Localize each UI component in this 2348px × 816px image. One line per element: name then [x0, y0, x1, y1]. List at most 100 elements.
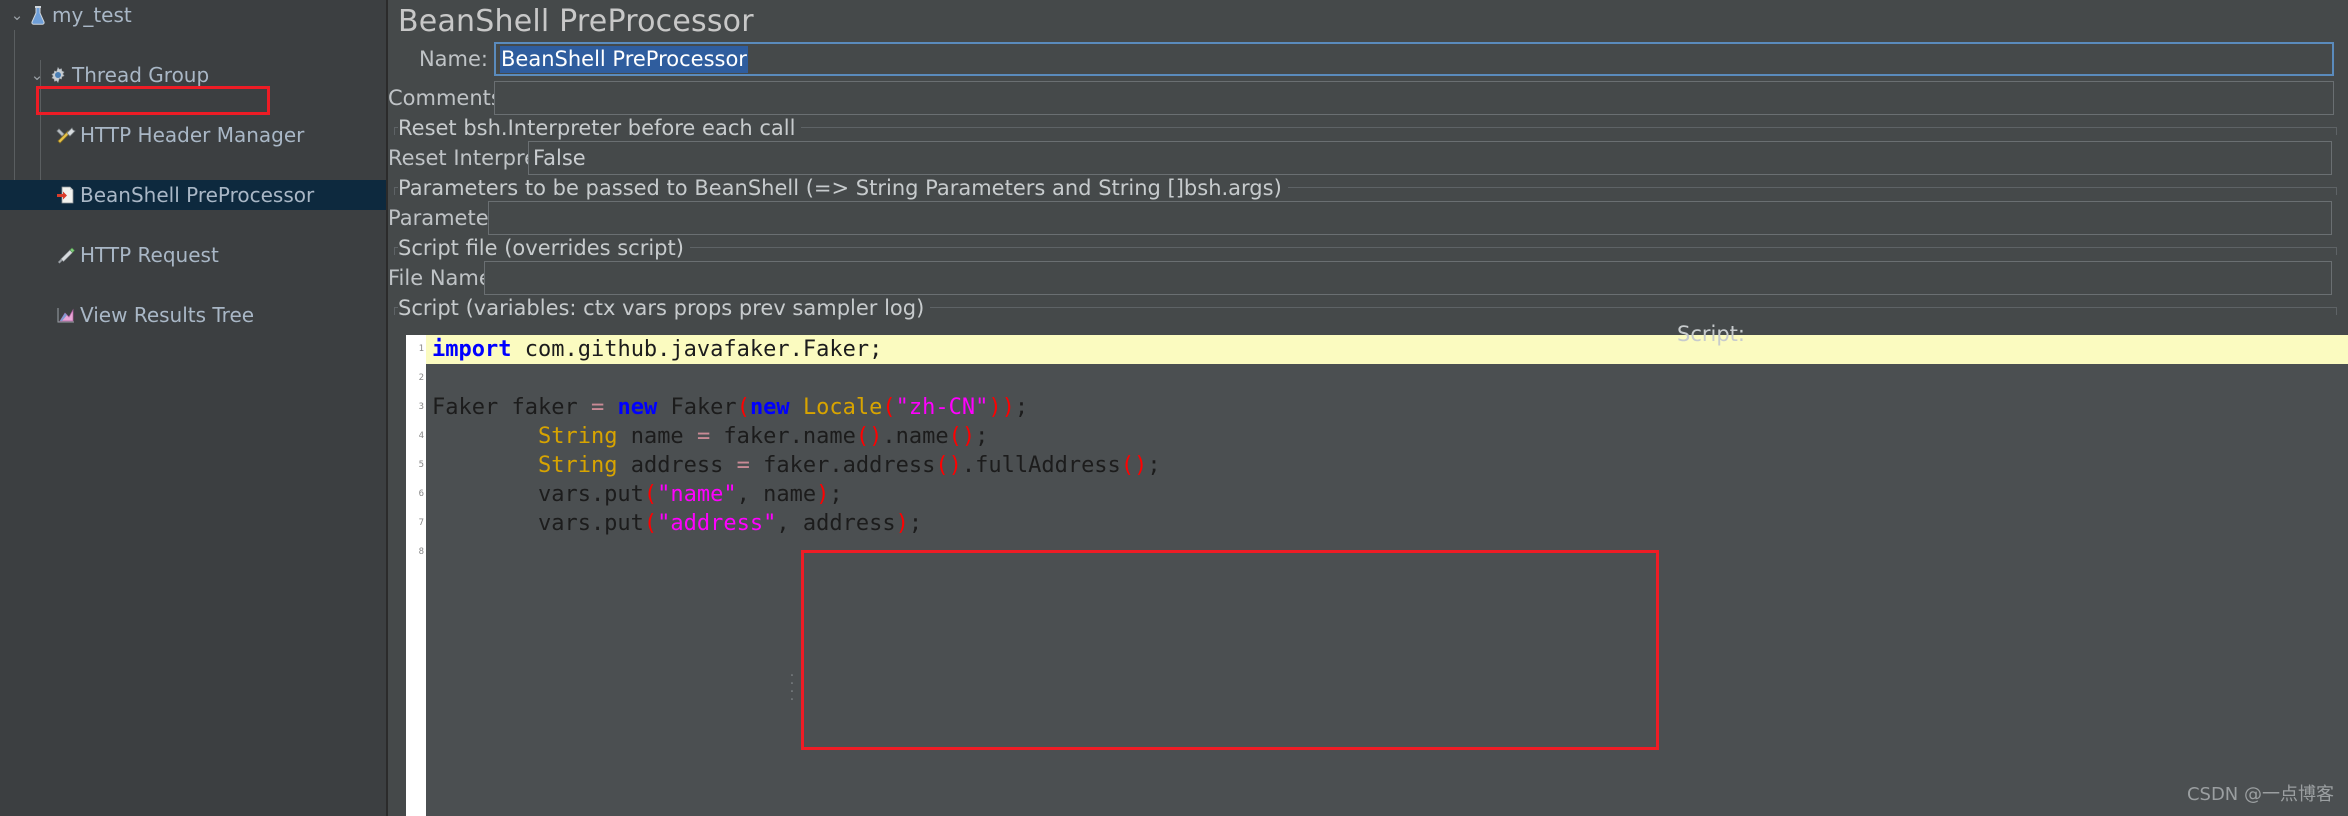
gutter-line-number: 4 — [418, 431, 424, 441]
code-token: () — [935, 453, 962, 478]
code-line: String name = faker.name().name(); — [426, 422, 2348, 451]
code-token: ) — [895, 511, 909, 536]
splitter-drag-handle[interactable]: · · · · — [788, 669, 796, 707]
code-token: String — [537, 453, 618, 478]
tree-item-label: View Results Tree — [80, 303, 255, 327]
watermark: CSDN @一点博客 — [2186, 784, 2334, 805]
editor-gutter: 1 2 3 4 5 6 7 8 — [406, 335, 426, 816]
document-icon — [54, 185, 78, 205]
script-editor[interactable]: 1 2 3 4 5 6 7 8 import com.github.javafa… — [406, 335, 2348, 816]
gutter-line-number: 2 — [418, 373, 424, 383]
code-token: "address" — [657, 511, 777, 536]
annotation-rect-selected-node — [36, 86, 270, 115]
code-token: = — [736, 453, 750, 478]
code-token: ( — [736, 395, 750, 420]
tree-item-view-results-tree[interactable]: View Results Tree — [0, 300, 388, 330]
tree-item-http-header-manager[interactable]: HTTP Header Manager — [0, 120, 388, 150]
code-token: () — [1120, 453, 1148, 478]
code-token: ) — [816, 482, 830, 507]
pen-icon — [54, 246, 78, 264]
parameters-input[interactable] — [488, 201, 2332, 235]
code-token: .name — [882, 424, 949, 449]
gutter-line-number: 8 — [418, 547, 424, 557]
group-border-left — [394, 247, 395, 255]
code-token: = — [590, 395, 605, 420]
group-border-left — [394, 187, 395, 195]
code-token: ) — [988, 395, 1002, 420]
code-token: String — [537, 424, 618, 449]
comments-field-row: Comments: — [388, 81, 2334, 115]
code-token: , name — [736, 482, 817, 507]
code-token: = — [696, 424, 711, 449]
code-token: address — [617, 453, 737, 478]
code-line: import com.github.javafaker.Faker; — [426, 335, 2348, 364]
code-token: Locale — [802, 395, 883, 420]
code-token: new — [617, 395, 658, 420]
code-token: "name" — [657, 482, 737, 507]
reset-interpreter-field-row: Reset Interpreter: False — [388, 141, 2332, 175]
code-token: com.github.javafaker.Faker; — [511, 337, 883, 362]
group-border-left — [394, 307, 395, 315]
gutter-line-number: 1 — [418, 344, 424, 354]
code-token: ) — [1001, 395, 1015, 420]
name-input[interactable]: BeanShell PreProcessor — [494, 42, 2334, 76]
gutter-line-number: 5 — [418, 460, 424, 470]
parameters-field-row: Parameters: — [388, 201, 2332, 235]
gutter-line-number: 7 — [418, 518, 424, 528]
tree-item-my-test[interactable]: ⌄ my_test — [0, 0, 388, 30]
group-border-right — [2336, 307, 2337, 315]
code-token: () — [948, 424, 976, 449]
tree-item-label: Thread Group — [72, 63, 210, 87]
page-title: BeanShell PreProcessor — [398, 4, 754, 39]
code-token: vars.put — [432, 482, 644, 507]
parameters-group-title: Parameters to be passed to BeanShell (=>… — [398, 176, 1288, 200]
code-token: new — [749, 395, 790, 420]
group-border-left — [394, 127, 395, 135]
group-border-right — [2336, 187, 2337, 195]
code-token: vars.put — [432, 511, 644, 536]
code-token: .fullAddress — [961, 453, 1121, 478]
tree-item-label: BeanShell PreProcessor — [80, 183, 315, 207]
reset-interpreter-label: Reset Interpreter: — [388, 146, 574, 170]
editor-code-area[interactable]: import com.github.javafaker.Faker; Faker … — [426, 335, 2348, 816]
name-label: Name: — [418, 47, 488, 71]
group-border-right — [2336, 127, 2337, 135]
code-line: vars.put("name", name); — [426, 480, 2348, 509]
reset-interpreter-input[interactable]: False — [528, 141, 2332, 175]
code-token: Faker faker — [432, 395, 591, 420]
tree-item-http-request[interactable]: HTTP Request — [0, 240, 388, 270]
file-name-field-row: File Name: — [388, 261, 2332, 295]
flask-icon — [26, 5, 50, 25]
gear-icon — [46, 66, 70, 84]
jmeter-window: ⌄ my_test ⌄ Thread Group HTTP Header Man… — [0, 0, 2348, 816]
tools-icon — [54, 126, 78, 144]
code-token: import — [432, 337, 512, 362]
tree-item-label: HTTP Request — [80, 243, 219, 267]
code-token: name — [617, 424, 697, 449]
code-token: ( — [643, 511, 658, 536]
comments-label: Comments: — [388, 86, 509, 110]
file-name-input[interactable] — [484, 261, 2332, 295]
tree-item-beanshell-preprocessor[interactable]: BeanShell PreProcessor — [0, 180, 388, 210]
tree-item-thread-group[interactable]: ⌄ Thread Group — [0, 60, 388, 90]
script-group-title: Script (variables: ctx vars props prev s… — [398, 296, 931, 320]
code-line: Faker faker = new Faker(new Locale("zh-C… — [426, 393, 2348, 422]
code-line: String address = faker.address().fullAdd… — [426, 451, 2348, 480]
code-token: ; — [1147, 453, 1161, 478]
comments-input[interactable] — [494, 81, 2334, 115]
beanshell-preprocessor-form: BeanShell PreProcessor Name: BeanShell P… — [388, 0, 2348, 816]
chart-icon — [54, 306, 78, 324]
code-token: ; — [975, 424, 989, 449]
name-field-row: Name: BeanShell PreProcessor — [388, 42, 2334, 76]
test-plan-tree-panel: ⌄ my_test ⌄ Thread Group HTTP Header Man… — [0, 0, 388, 816]
chevron-down-icon[interactable]: ⌄ — [28, 67, 46, 83]
group-border-right — [2336, 247, 2337, 255]
code-token: , address — [776, 511, 896, 536]
chevron-down-icon[interactable]: ⌄ — [8, 7, 26, 23]
code-token: ; — [1014, 395, 1029, 420]
